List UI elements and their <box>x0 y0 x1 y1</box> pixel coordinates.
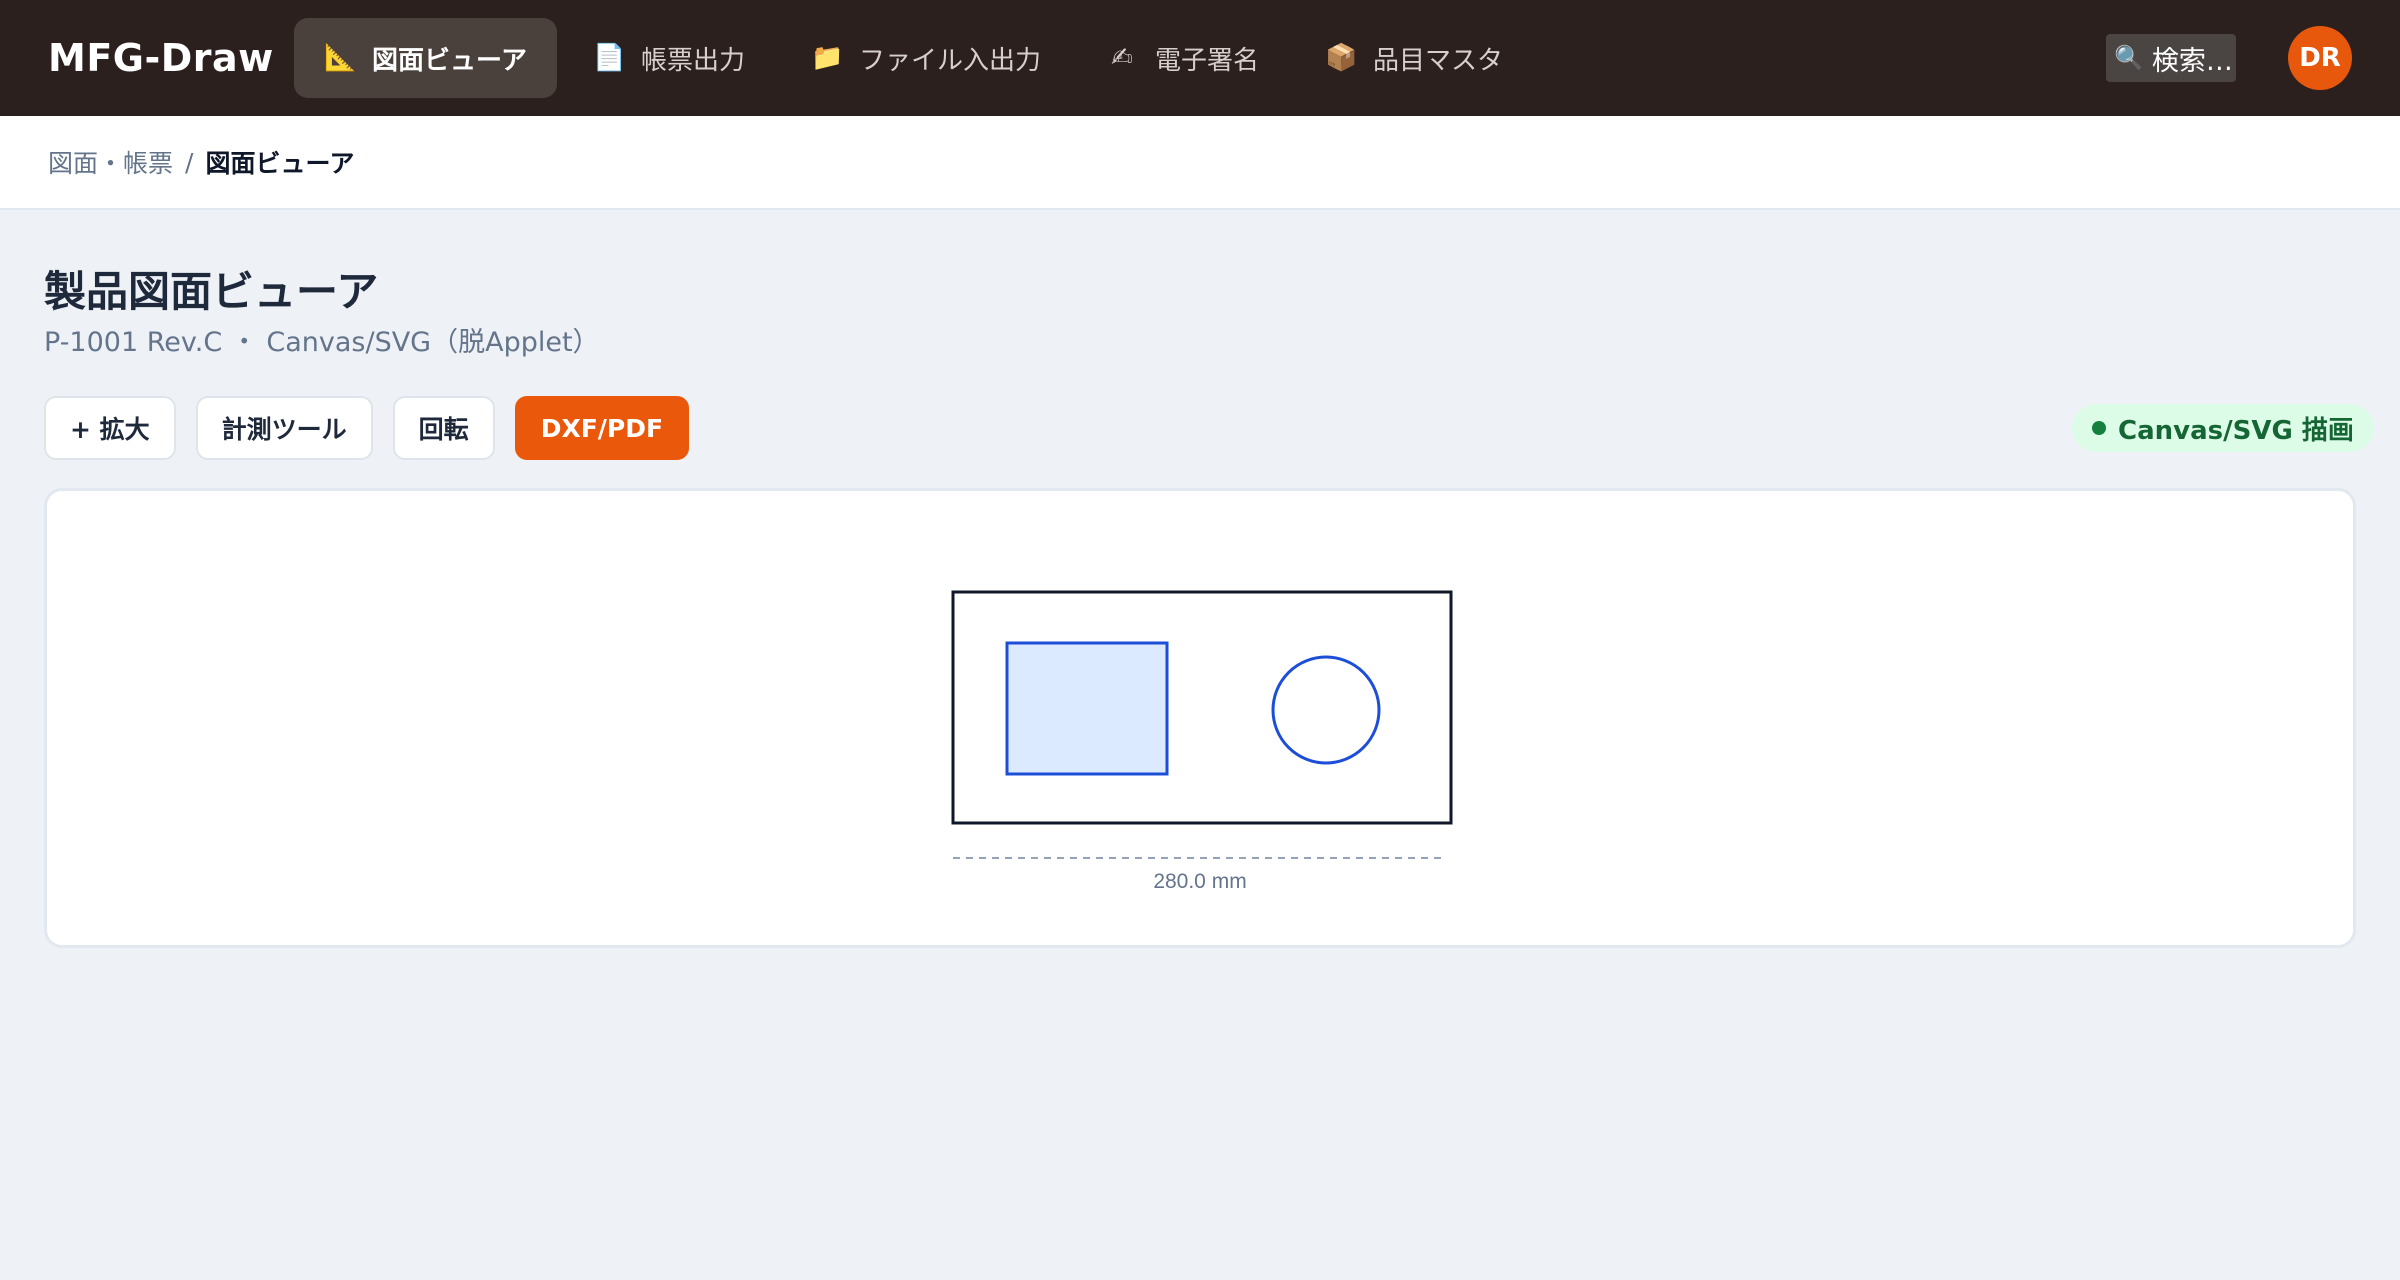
status-badge: Canvas/SVG 描画 <box>2072 404 2374 452</box>
status-dot-icon <box>2092 421 2106 435</box>
package-icon: 📦 <box>1325 43 1358 73</box>
breadcrumb-current: 図面ビューア <box>205 149 355 178</box>
page-title: 製品図面ビューア <box>44 267 379 316</box>
rectangle-part[interactable] <box>1005 641 1169 776</box>
nav-item-file-io[interactable]: 📁 ファイル入出力 <box>781 18 1071 98</box>
breadcrumb: 図面・帳票 / 図面ビューア <box>0 116 2400 210</box>
breadcrumb-parent[interactable]: 図面・帳票 <box>48 144 173 180</box>
nav-item-label: 帳票出力 <box>640 45 745 76</box>
folder-icon: 📁 <box>810 43 844 73</box>
page-subtitle: P-1001 Rev.C ・ Canvas/SVG（脱Applet） <box>44 327 600 358</box>
rotate-button[interactable]: 回転 <box>392 396 495 460</box>
nav-item-label: ファイル入出力 <box>858 45 1041 76</box>
drawing-toolbar: + 拡大 計測ツール 回転 DXF/PDF <box>44 396 690 460</box>
export-dxf-pdf-button[interactable]: DXF/PDF <box>514 396 690 460</box>
nav-item-label: 品目マスタ <box>1373 45 1504 76</box>
drawing-canvas[interactable]: 280.0 mm <box>44 488 2356 948</box>
measure-tool-button[interactable]: 計測ツール <box>195 396 373 460</box>
nav-item-drawing-viewer[interactable]: 📐 図面ビューア <box>294 18 557 98</box>
status-label: Canvas/SVG 描画 <box>2118 415 2354 446</box>
search-icon: 🔍 <box>2114 44 2144 72</box>
nav-item-label: 図面ビューア <box>372 45 527 76</box>
avatar[interactable]: DR <box>2288 26 2352 90</box>
writing-hand-icon: ✍ <box>1111 43 1133 73</box>
nav-item-item-master[interactable]: 📦 品目マスタ <box>1295 18 1533 98</box>
breadcrumb-separator: / <box>185 147 194 177</box>
search-placeholder: 検索… <box>2151 45 2233 77</box>
search-input[interactable]: 🔍 検索… <box>2106 34 2236 82</box>
nav-item-e-signature[interactable]: ✍ 電子署名 <box>1077 18 1289 98</box>
drawing-svg: 280.0 mm <box>951 590 1453 893</box>
nav-item-label: 電子署名 <box>1155 45 1260 76</box>
dimension-label: 280.0 mm <box>1153 870 1246 893</box>
document-icon: 📄 <box>592 43 626 73</box>
top-bar: MFG-Draw 📐 図面ビューア 📄 帳票出力 📁 ファイル入出力 ✍ 電子署… <box>0 0 2400 116</box>
main-nav: 📐 図面ビューア 📄 帳票出力 📁 ファイル入出力 ✍ 電子署名 📦 品目マスタ <box>294 18 1533 98</box>
triangle-ruler-icon: 📐 <box>324 43 357 73</box>
brand-logo[interactable]: MFG-Draw <box>48 0 274 116</box>
circle-part[interactable] <box>1271 655 1381 765</box>
nav-item-form-output[interactable]: 📄 帳票出力 <box>563 18 775 98</box>
zoom-in-button[interactable]: + 拡大 <box>44 396 176 460</box>
